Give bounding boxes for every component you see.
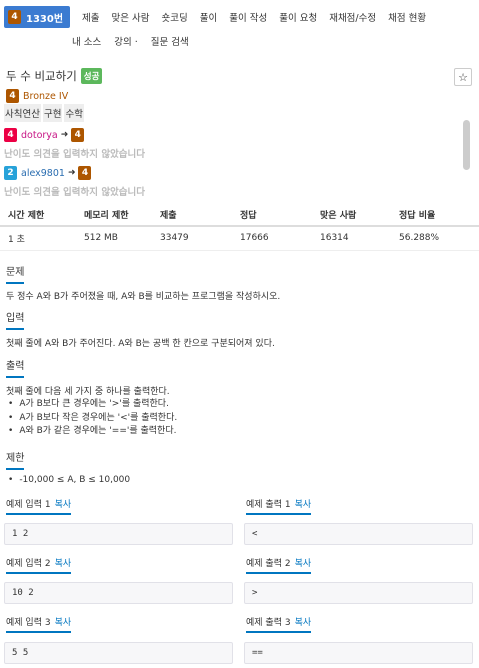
sample-label: 예제 출력 3 <box>246 618 291 628</box>
list-item: -10,000 ≤ A, B ≤ 10,000 <box>8 474 130 488</box>
table-header-row: 시간 제한 메모리 제한 제출 정답 맞은 사람 정답 비율 <box>0 204 479 227</box>
sample-label: 예제 출력 2 <box>246 559 291 569</box>
nav-request-solution[interactable]: 풀이 요청 <box>279 10 317 24</box>
sample-output-2-heading: 예제 출력 2 복사 <box>246 556 311 574</box>
problem-nav: 4 1330번 제출 맞은 사람 숏코딩 풀이 풀이 작성 풀이 요청 재채점/… <box>0 0 479 58</box>
accepted-value: 17666 <box>232 226 312 251</box>
nav-lectures[interactable]: 강의 · <box>114 34 138 48</box>
sample-input-3-box[interactable]: 5 5 <box>4 642 233 664</box>
ratio-value: 56.288% <box>391 226 479 251</box>
submissions-value: 33479 <box>152 226 232 251</box>
sample-output-1-heading: 예제 출력 1 복사 <box>246 497 311 515</box>
nav-problem-tab[interactable]: 4 1330번 <box>4 6 71 28</box>
time-limit-value: 1 초 <box>0 226 76 251</box>
list-item: A와 B가 같은 경우에는 '=='를 출력한다. <box>8 425 177 439</box>
platinum-tier-icon: 2 <box>4 166 17 180</box>
copy-button[interactable]: 복사 <box>295 559 312 569</box>
sample-label: 예제 입력 2 <box>6 559 51 569</box>
list-item: A가 B보다 작은 경우에는 '<'를 출력한다. <box>8 412 177 426</box>
copy-button[interactable]: 복사 <box>295 618 312 628</box>
sample-output-3-box[interactable]: == <box>244 642 473 664</box>
nav-row-primary: 4 1330번 제출 맞은 사람 숏코딩 풀이 풀이 작성 풀이 요청 재채점/… <box>4 6 426 28</box>
nav-question-search[interactable]: 질문 검색 <box>151 34 189 48</box>
sample-label: 예제 입력 3 <box>6 618 51 628</box>
nav-status[interactable]: 채점 현황 <box>388 10 426 24</box>
copy-button[interactable]: 복사 <box>295 500 312 510</box>
output-bullet-list: A가 B보다 큰 경우에는 '>'를 출력한다. A가 B보다 작은 경우에는 … <box>8 398 177 439</box>
header-accepted-users: 맞은 사람 <box>312 204 391 227</box>
bronze-tier-icon: 4 <box>78 166 92 180</box>
input-heading-text: 입력 <box>6 313 25 324</box>
limits-bullet-list: -10,000 ≤ A, B ≤ 10,000 <box>8 474 130 488</box>
output-description: 첫째 줄에 다음 세 가지 중 하나를 출력한다. <box>6 387 170 397</box>
sample-output-1-box[interactable]: < <box>244 523 473 545</box>
sample-output-3-heading: 예제 출력 3 복사 <box>246 615 311 633</box>
nav-solutions[interactable]: 풀이 <box>200 10 217 24</box>
arrow-icon: ➜ <box>67 168 76 178</box>
page-title: 두 수 비교하기 <box>6 69 77 83</box>
sample-input-1-box[interactable]: 1 2 <box>4 523 233 545</box>
difficulty-vote: 2 alex9801 ➜ 4 난이도 의견을 입력하지 않았습니다 <box>4 166 145 198</box>
vote-comment: 난이도 의견을 입력하지 않았습니다 <box>4 187 146 198</box>
ruby-tier-icon: 4 <box>4 128 17 142</box>
tier-label[interactable]: Bronze IV <box>23 91 68 102</box>
nav-rejudge[interactable]: 재채점/수정 <box>329 10 376 24</box>
copy-button[interactable]: 복사 <box>55 500 72 510</box>
tag-arithmetic[interactable]: 사칙연산 <box>4 104 41 122</box>
nav-my-source[interactable]: 내 소스 <box>72 34 101 48</box>
status-badge: 성공 <box>80 68 103 84</box>
input-heading: 입력 <box>6 309 24 330</box>
sample-label: 예제 입력 1 <box>6 500 51 510</box>
copy-button[interactable]: 복사 <box>55 618 72 628</box>
arrow-icon: ➜ <box>60 130 69 140</box>
title-row: 두 수 비교하기 성공 <box>6 68 103 84</box>
input-description: 첫째 줄에 A와 B가 주어진다. A와 B는 공백 한 칸으로 구분되어져 있… <box>6 339 275 349</box>
problem-number: 1330번 <box>26 13 64 25</box>
vote-comment: 난이도 의견을 입력하지 않았습니다 <box>4 149 146 160</box>
sample-input-3-heading: 예제 입력 3 복사 <box>6 615 71 633</box>
sample-input-2-heading: 예제 입력 2 복사 <box>6 556 71 574</box>
tag-list: 사칙연산 구현 수학 <box>4 104 86 122</box>
bronze-tier-icon: 4 <box>71 128 85 142</box>
tier-row: 4 Bronze IV <box>6 89 68 103</box>
vote-username[interactable]: alex9801 <box>21 168 65 179</box>
limits-heading-text: 제한 <box>6 453 25 464</box>
problem-heading: 문제 <box>6 263 24 284</box>
nav-accepted-users[interactable]: 맞은 사람 <box>112 10 150 24</box>
nav-submit[interactable]: 제출 <box>82 10 99 24</box>
bronze-tier-icon: 4 <box>6 89 19 103</box>
limits-heading: 제한 <box>6 449 24 470</box>
header-memory-limit: 메모리 제한 <box>76 204 152 227</box>
copy-button[interactable]: 복사 <box>55 559 72 569</box>
difficulty-vote: 4 dotorya ➜ 4 난이도 의견을 입력하지 않았습니다 <box>4 128 145 160</box>
accepted-users-value: 16314 <box>312 226 391 251</box>
nav-row-secondary: 내 소스 강의 · 질문 검색 <box>72 34 202 48</box>
output-heading: 출력 <box>6 357 24 378</box>
sample-input-1-heading: 예제 입력 1 복사 <box>6 497 71 515</box>
bronze-tier-icon: 4 <box>8 10 21 24</box>
problem-heading-text: 문제 <box>6 267 25 278</box>
sample-output-2-box[interactable]: > <box>244 582 473 604</box>
list-item: A가 B보다 큰 경우에는 '>'를 출력한다. <box>8 398 177 412</box>
tag-implementation[interactable]: 구현 <box>42 104 63 122</box>
vote-username[interactable]: dotorya <box>21 130 58 141</box>
problem-description: 두 정수 A와 B가 주어졌을 때, A와 B를 비교하는 프로그램을 작성하시… <box>6 292 281 302</box>
votes-scrollbar[interactable] <box>463 120 470 170</box>
sample-input-2-box[interactable]: 10 2 <box>4 582 233 604</box>
header-ratio: 정답 비율 <box>391 204 479 227</box>
nav-write-solution[interactable]: 풀이 작성 <box>229 10 267 24</box>
header-accepted: 정답 <box>232 204 312 227</box>
problem-info-table: 시간 제한 메모리 제한 제출 정답 맞은 사람 정답 비율 1 초 512 M… <box>0 204 479 251</box>
header-time-limit: 시간 제한 <box>0 204 76 227</box>
table-row: 1 초 512 MB 33479 17666 16314 56.288% <box>0 226 479 251</box>
memory-limit-value: 512 MB <box>76 226 152 251</box>
tag-math[interactable]: 수학 <box>64 104 84 122</box>
star-icon[interactable]: ☆ <box>454 68 472 86</box>
sample-label: 예제 출력 1 <box>246 500 291 510</box>
output-heading-text: 출력 <box>6 361 25 372</box>
header-submissions: 제출 <box>152 204 232 227</box>
nav-short-coding[interactable]: 숏코딩 <box>162 10 188 24</box>
